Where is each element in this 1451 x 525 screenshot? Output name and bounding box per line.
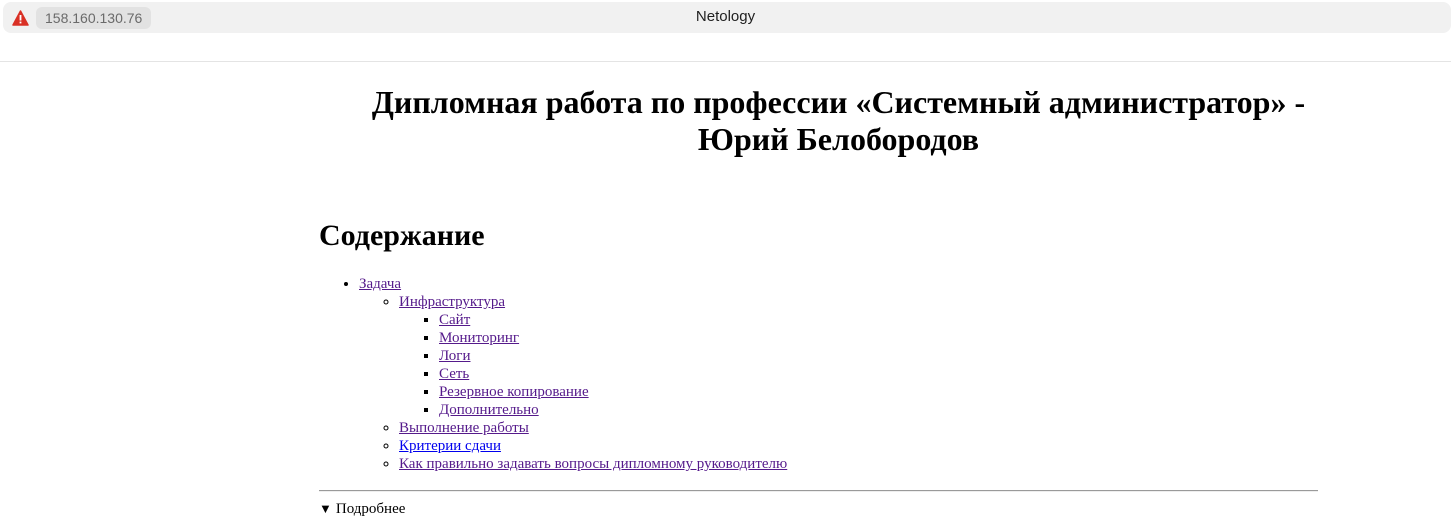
page-title: Дипломная работа по профессии «Системный… xyxy=(371,84,1306,157)
toc-item-questions: Как правильно задавать вопросы дипломном… xyxy=(399,455,787,473)
toc-item-network: Сеть xyxy=(439,365,787,383)
toc-link-additional[interactable]: Дополнительно xyxy=(439,402,539,418)
disclosure-triangle-icon[interactable]: ▼ xyxy=(319,501,332,516)
not-secure-warning-icon[interactable] xyxy=(12,10,29,26)
toc-link-monitoring[interactable]: Мониторинг xyxy=(439,330,519,346)
toc-link-logs[interactable]: Логи xyxy=(439,348,470,364)
toc-item-backup: Резервное копирование xyxy=(439,383,787,401)
details-summary[interactable]: ▼ Подробнее xyxy=(319,500,405,518)
toc-link-questions[interactable]: Как правильно задавать вопросы дипломном… xyxy=(399,456,787,472)
toc-link-network[interactable]: Сеть xyxy=(439,366,469,382)
toc-item-logs: Логи xyxy=(439,347,787,365)
toc-link-site[interactable]: Сайт xyxy=(439,312,470,328)
toc-item-site: Сайт xyxy=(439,311,787,329)
toc-item-criteria: Критерии сдачи xyxy=(399,437,787,455)
details-label: Подробнее xyxy=(335,501,406,517)
toc-item-additional: Дополнительно xyxy=(439,401,787,419)
horizontal-rule xyxy=(319,490,1318,492)
address-bar[interactable]: 158.160.130.76 xyxy=(3,2,1451,33)
toc-link-criteria[interactable]: Критерии сдачи xyxy=(399,438,501,454)
toc-item-execution: Выполнение работы xyxy=(399,419,787,437)
page-content: Дипломная работа по профессии «Системный… xyxy=(319,62,1318,517)
toc-link-task[interactable]: Задача xyxy=(359,276,401,292)
toc-item-monitoring: Мониторинг xyxy=(439,329,787,347)
toc-link-infrastructure[interactable]: Инфраструктура xyxy=(399,294,505,310)
table-of-contents: Задача Инфраструктура Сайт Мониторинг Ло… xyxy=(319,275,787,473)
toc-link-execution[interactable]: Выполнение работы xyxy=(399,420,529,436)
toc-link-backup[interactable]: Резервное копирование xyxy=(439,384,589,400)
toc-heading: Содержание xyxy=(319,219,485,252)
url-text[interactable]: 158.160.130.76 xyxy=(36,7,152,29)
toc-item-task: Задача Инфраструктура Сайт Мониторинг Ло… xyxy=(359,275,787,473)
toc-item-infrastructure: Инфраструктура Сайт Мониторинг Логи Сеть… xyxy=(399,293,787,419)
browser-chrome: 158.160.130.76 Netology xyxy=(0,0,1451,62)
